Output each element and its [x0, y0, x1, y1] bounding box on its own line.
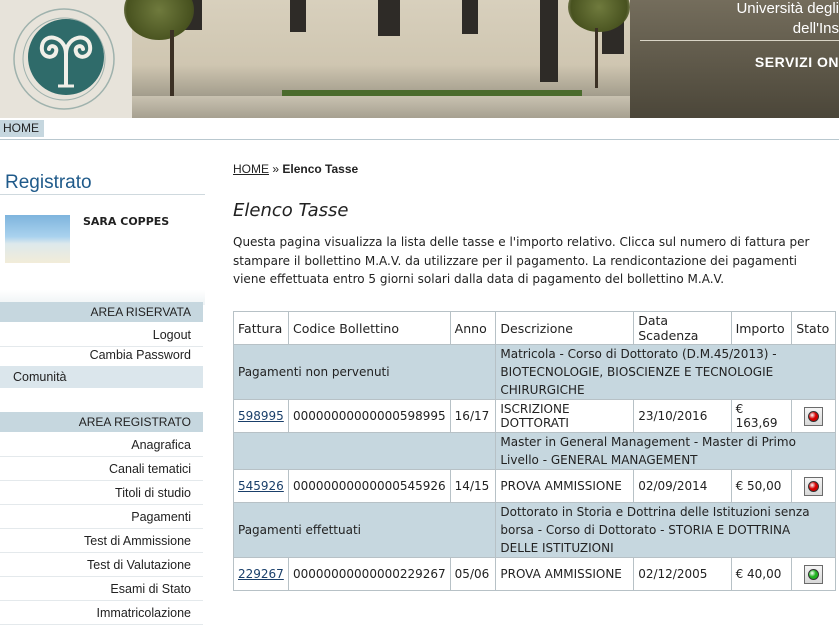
sidebar-item-immatricolazione[interactable]: Immatricolazione — [0, 602, 203, 625]
sidebar-item-cambia-password[interactable]: Cambia Password — [0, 344, 203, 367]
group-description: Matricola - Corso di Dottorato (D.M.45/2… — [495, 344, 836, 400]
group-description: Master in General Management - Master di… — [495, 432, 836, 470]
top-navigation: HOME — [0, 118, 839, 140]
anno-cell: 16/17 — [449, 399, 497, 433]
fattura-cell: 229267 — [233, 557, 289, 591]
campus-photo — [124, 0, 630, 118]
codice-bollettino-cell: 00000000000000229267 — [287, 557, 451, 591]
sidebar-title: Registrato — [5, 172, 92, 193]
status-red-icon — [808, 480, 820, 492]
group-status-label — [232, 432, 497, 470]
page-intro: Questa pagina visualizza la lista delle … — [233, 235, 810, 286]
group-status-label: Pagamenti non pervenuti — [232, 344, 497, 400]
university-logo[interactable] — [0, 0, 132, 118]
breadcrumb: HOME » Elenco Tasse — [233, 162, 358, 176]
sidebar-item-test-di-ammissione[interactable]: Test di Ammissione — [0, 530, 203, 553]
table-row: 229267 00000000000000229267 05/06 PROVA … — [233, 557, 836, 591]
sidebar-item-esami-di-stato[interactable]: Esami di Stato — [0, 578, 203, 601]
group-description: Dottorato in Storia e Dottrina delle Ist… — [495, 502, 836, 558]
avatar — [5, 215, 70, 263]
sidebar-item-titoli-di-studio[interactable]: Titoli di studio — [0, 482, 203, 505]
descrizione-cell: ISCRIZIONE DOTTORATI — [495, 399, 635, 433]
status-button[interactable] — [804, 476, 824, 496]
sidebar-item-anagrafica[interactable]: Anagrafica — [0, 434, 203, 457]
fattura-link[interactable]: 598995 — [238, 409, 284, 423]
university-name: Università degli — [736, 0, 839, 17]
user-name: SARA COPPES — [83, 215, 170, 228]
stato-cell — [791, 399, 836, 433]
column-header-stato: Stato — [791, 311, 836, 345]
column-header-data-scadenza: Data Scadenza — [633, 311, 732, 345]
anno-cell: 14/15 — [449, 469, 497, 503]
table-header-row: Fattura Codice Bollettino Anno Descrizio… — [233, 311, 836, 345]
sidebar-item-comunita[interactable]: Comunità — [0, 366, 203, 388]
sidebar-item-canali-tematici[interactable]: Canali tematici — [0, 458, 203, 481]
table-row: 545926 00000000000000545926 14/15 PROVA … — [233, 469, 836, 503]
tax-table: Fattura Codice Bollettino Anno Descrizio… — [232, 311, 836, 591]
sidebar-divider — [0, 194, 205, 195]
data-scadenza-cell: 02/12/2005 — [633, 557, 732, 591]
title-divider — [640, 40, 839, 41]
anno-cell: 05/06 — [449, 557, 497, 591]
group-status-label: Pagamenti effettuati — [232, 502, 497, 558]
fattura-link[interactable]: 229267 — [238, 567, 284, 581]
header-banner: Università degli dell'Ins SERVIZI ON — [0, 0, 839, 118]
university-seal-icon — [13, 8, 115, 110]
descrizione-cell: PROVA AMMISSIONE — [495, 469, 635, 503]
services-title: SERVIZI ON — [754, 54, 839, 70]
status-button[interactable] — [804, 406, 824, 426]
sidebar: Registrato SARA COPPES AREA RISERVATA Lo… — [0, 140, 205, 631]
descrizione-cell: PROVA AMMISSIONE — [495, 557, 635, 591]
breadcrumb-separator: » — [272, 162, 280, 176]
page-title: Elenco Tasse — [233, 200, 349, 221]
data-scadenza-cell: 02/09/2014 — [633, 469, 732, 503]
column-header-codice-bollettino: Codice Bollettino — [287, 311, 451, 345]
codice-bollettino-cell: 00000000000000545926 — [287, 469, 451, 503]
group-row: Pagamenti non pervenuti Matricola - Cors… — [232, 344, 836, 400]
importo-cell: € 50,00 — [730, 469, 793, 503]
group-row: Master in General Management - Master di… — [232, 432, 836, 470]
table-row: 598995 00000000000000598995 16/17 ISCRIZ… — [233, 399, 836, 433]
sidebar-item-pagamenti[interactable]: Pagamenti — [0, 506, 203, 529]
group-row: Pagamenti effettuati Dottorato in Storia… — [232, 502, 836, 558]
fattura-link[interactable]: 545926 — [238, 479, 284, 493]
status-green-icon — [808, 568, 820, 580]
importo-cell: € 163,69 — [730, 399, 793, 433]
breadcrumb-current: Elenco Tasse — [282, 162, 359, 176]
university-name-line2: dell'Ins — [792, 20, 839, 37]
codice-bollettino-cell: 00000000000000598995 — [287, 399, 451, 433]
stato-cell — [791, 469, 836, 503]
column-header-importo: Importo — [730, 311, 793, 345]
sidebar-item-test-di-valutazione[interactable]: Test di Valutazione — [0, 554, 203, 577]
status-button[interactable] — [804, 564, 824, 584]
status-red-icon — [808, 410, 820, 422]
column-header-anno: Anno — [449, 311, 497, 345]
data-scadenza-cell: 23/10/2016 — [633, 399, 732, 433]
home-tab[interactable]: HOME — [0, 120, 44, 137]
column-header-fattura: Fattura — [233, 311, 289, 345]
stato-cell — [791, 557, 836, 591]
area-riservata-heading: AREA RISERVATA — [0, 302, 203, 322]
column-header-descrizione: Descrizione — [495, 311, 635, 345]
area-registrato-heading: AREA REGISTRATO — [0, 412, 203, 432]
breadcrumb-home-link[interactable]: HOME — [233, 162, 269, 176]
fattura-cell: 598995 — [233, 399, 289, 433]
fattura-cell: 545926 — [233, 469, 289, 503]
importo-cell: € 40,00 — [730, 557, 793, 591]
university-title-panel: Università degli dell'Ins SERVIZI ON — [630, 0, 839, 118]
